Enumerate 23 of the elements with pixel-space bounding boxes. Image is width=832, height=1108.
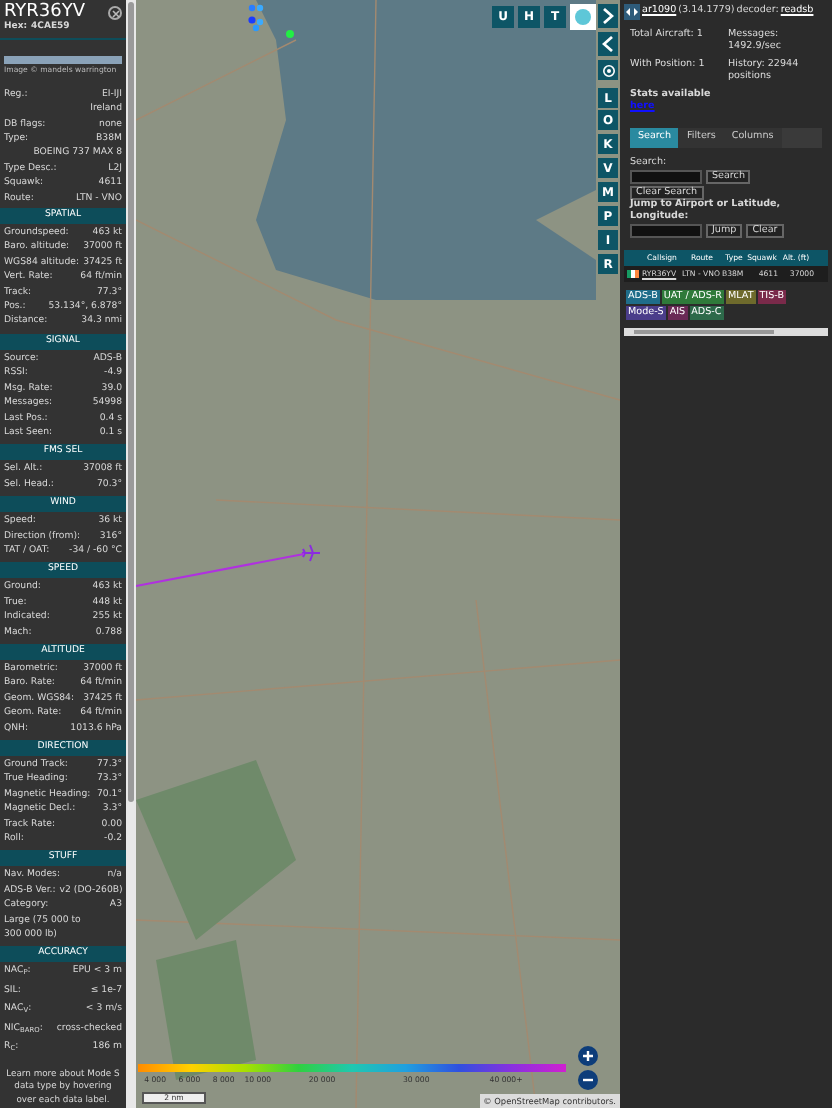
- search-field[interactable]: [630, 170, 702, 184]
- zoom-out-button[interactable]: [578, 1070, 598, 1090]
- callsign-title: RYR36YV: [4, 2, 86, 22]
- flag-icon: [626, 270, 640, 278]
- chevron-left-icon: [602, 36, 614, 52]
- expand-button[interactable]: [598, 4, 618, 28]
- jump-field[interactable]: [630, 224, 702, 238]
- photo-placeholder: [4, 56, 122, 64]
- horizontal-scrollbar[interactable]: [624, 328, 828, 336]
- scrollbar-thumb[interactable]: [128, 2, 134, 802]
- swap-button[interactable]: [624, 4, 640, 20]
- minus-icon: [582, 1078, 594, 1082]
- aircraft-cluster-icon[interactable]: [248, 4, 268, 32]
- circle-icon: [574, 8, 592, 26]
- collapse-button[interactable]: [598, 32, 618, 56]
- chevron-right-icon: [602, 8, 614, 24]
- plus-icon: [582, 1050, 594, 1062]
- close-button[interactable]: [108, 6, 122, 20]
- settings-button[interactable]: [598, 60, 618, 80]
- arrows-icon: [626, 8, 638, 16]
- zoom-in-button[interactable]: [578, 1046, 598, 1066]
- settings-icon: [601, 63, 615, 77]
- close-icon: [111, 9, 119, 17]
